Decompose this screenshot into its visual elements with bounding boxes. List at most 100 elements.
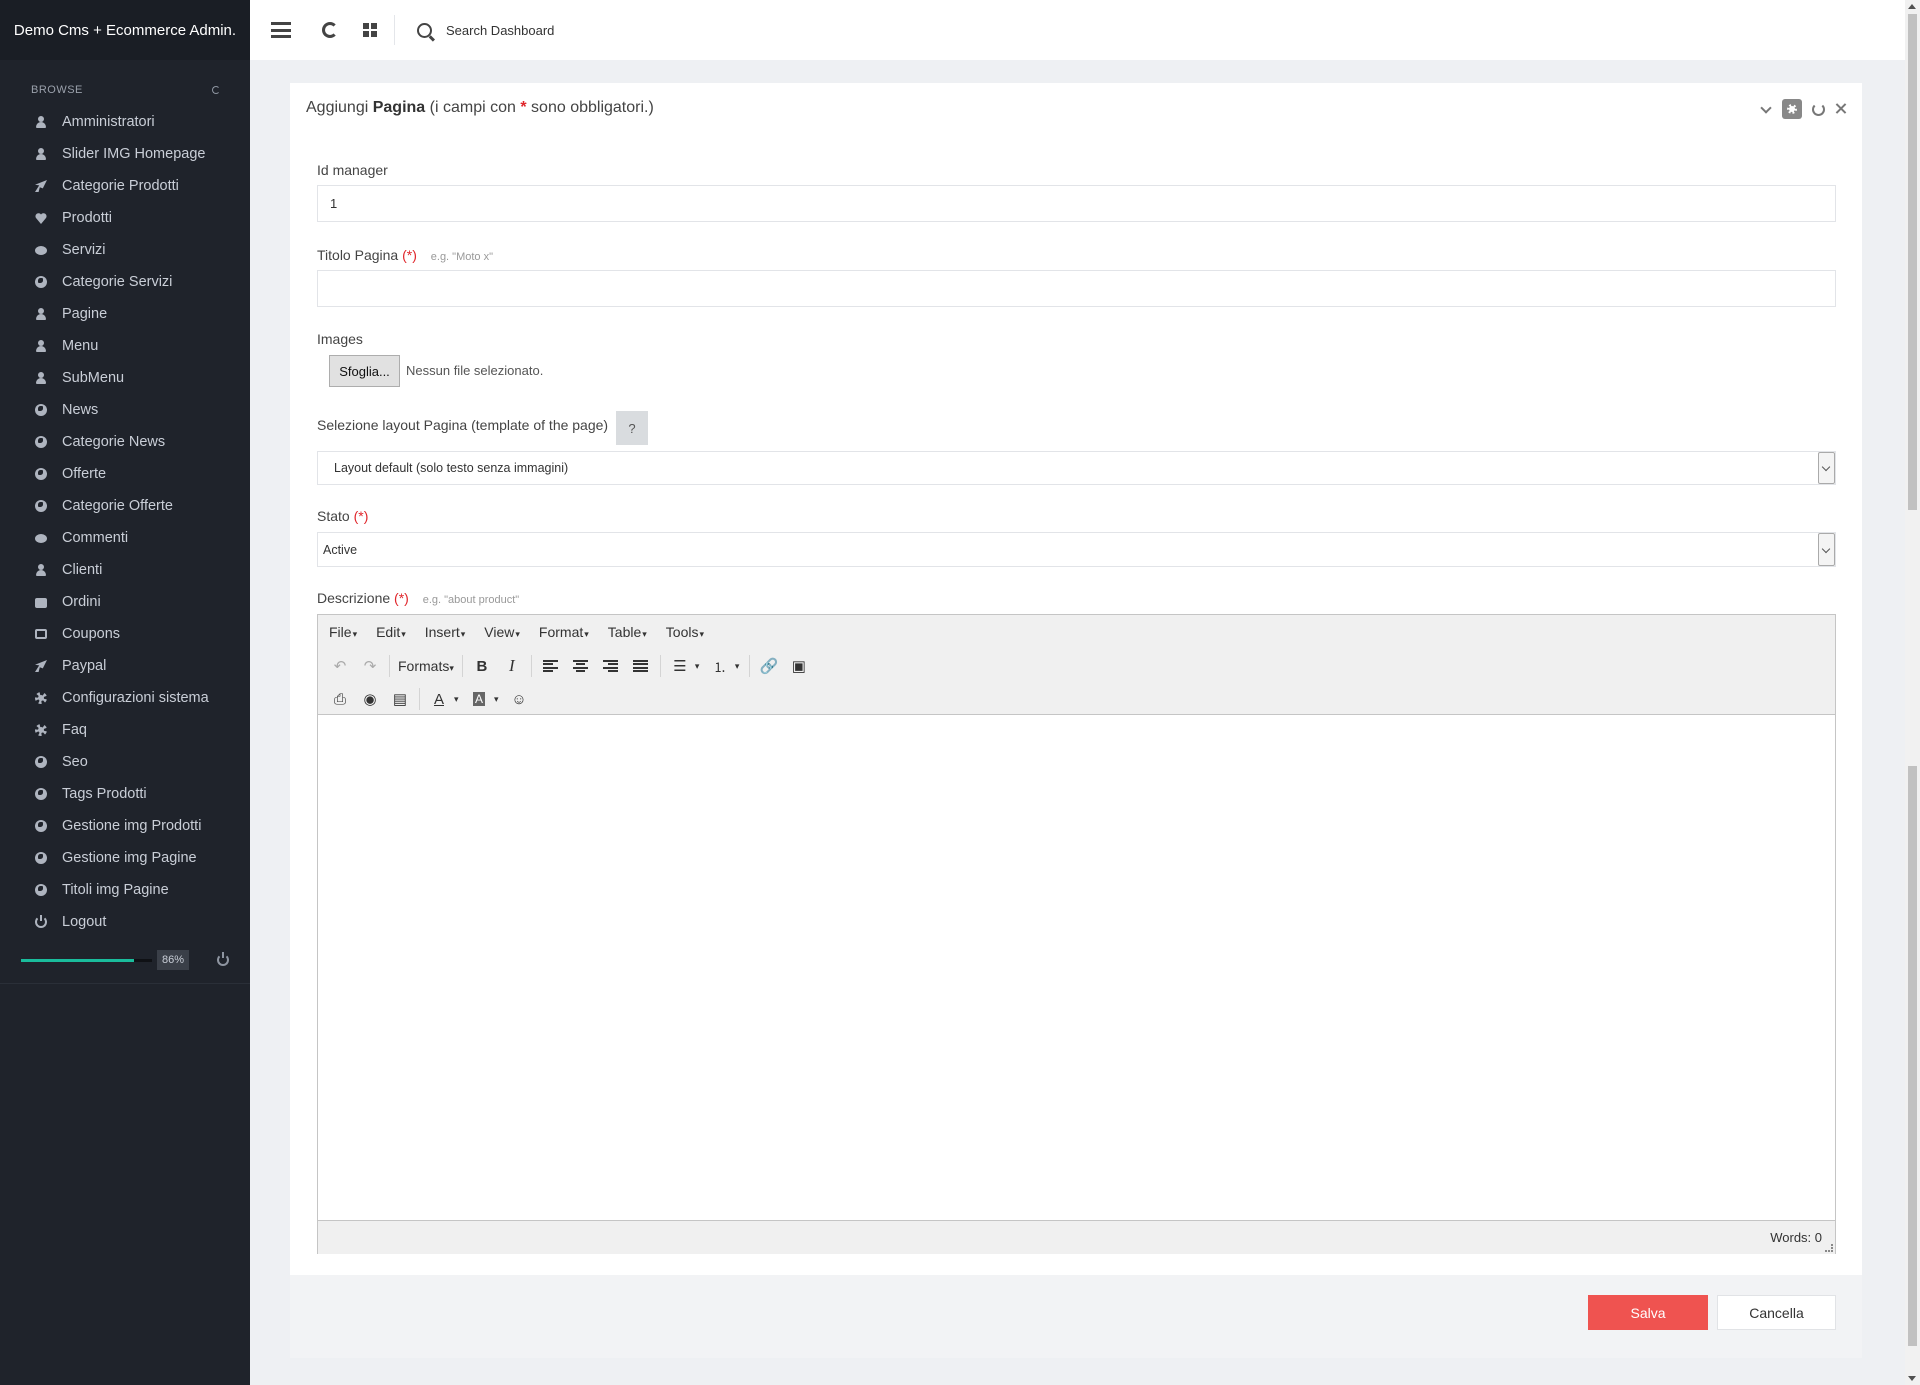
sidebar-item-pagine[interactable]: Pagine <box>0 298 250 330</box>
reload-icon[interactable] <box>1811 102 1825 116</box>
sidebar-item-coupons[interactable]: Coupons <box>0 618 250 650</box>
sidebar-item-ordini[interactable]: Ordini <box>0 586 250 618</box>
italic-icon[interactable]: I <box>497 653 527 679</box>
editor-statusbar: Words: 0 <box>318 1220 1835 1254</box>
align-justify-icon[interactable] <box>626 653 656 679</box>
title-suffix: sono obbligatori.) <box>531 99 654 116</box>
resize-handle-icon[interactable] <box>1825 1244 1833 1252</box>
chevron-down-icon[interactable] <box>1818 533 1835 566</box>
search-input[interactable] <box>446 22 746 38</box>
titolo-input[interactable] <box>317 270 1836 307</box>
sidebar-item-commenti[interactable]: Commenti <box>0 522 250 554</box>
globe-icon <box>35 884 47 896</box>
numbered-list-icon[interactable]: ⒈ <box>705 653 735 679</box>
apps-grid-icon[interactable] <box>363 23 377 37</box>
sidebar-item-label: Categorie Servizi <box>62 274 173 290</box>
sidebar-item-categorie-prodotti[interactable]: Categorie Prodotti <box>0 170 250 202</box>
sidebar-item-seo[interactable]: Seo <box>0 746 250 778</box>
chevron-down-icon[interactable]: ▾ <box>454 694 464 705</box>
power-icon <box>35 915 47 928</box>
bold-icon[interactable]: B <box>467 653 497 679</box>
editor-menu-insert[interactable]: Insert <box>425 624 466 640</box>
undo-icon[interactable]: ↶ <box>325 653 355 679</box>
browse-label: BROWSE <box>31 84 83 96</box>
sidebar-item-gestione-img-pagine[interactable]: Gestione img Pagine <box>0 842 250 874</box>
sidebar-item-submenu[interactable]: SubMenu <box>0 362 250 394</box>
stato-select[interactable]: Active <box>317 532 1836 567</box>
print-icon[interactable]: ⎙ <box>325 686 355 712</box>
sidebar-item-categorie-offerte[interactable]: Categorie Offerte <box>0 490 250 522</box>
sidebar-item-logout[interactable]: Logout <box>0 906 250 938</box>
help-button[interactable]: ? <box>616 411 648 445</box>
brand-title[interactable]: Demo Cms + Ecommerce Admin. <box>0 0 250 60</box>
power-icon[interactable] <box>217 952 229 966</box>
settings-gear-icon[interactable] <box>1782 99 1802 119</box>
formats-dropdown[interactable]: Formats▾ <box>394 658 458 674</box>
chevron-down-icon[interactable]: ▾ <box>735 661 745 672</box>
refresh-icon[interactable] <box>322 22 338 38</box>
sidebar-item-prodotti[interactable]: Prodotti <box>0 202 250 234</box>
bullet-list-icon[interactable]: ☰ <box>665 653 695 679</box>
sidebar-item-label: Categorie Offerte <box>62 498 173 514</box>
sidebar-item-paypal[interactable]: Paypal <box>0 650 250 682</box>
sidebar-item-gestione-img-prodotti[interactable]: Gestione img Prodotti <box>0 810 250 842</box>
editor-menu-file[interactable]: File <box>329 624 357 640</box>
scroll-up-arrow-icon[interactable] <box>1908 4 1916 9</box>
redo-icon[interactable]: ↷ <box>355 653 385 679</box>
editor-menu-view[interactable]: View <box>484 624 520 640</box>
sidebar-item-label: Titoli img Pagine <box>62 882 169 898</box>
chevron-down-icon[interactable] <box>1818 452 1835 484</box>
scroll-down-arrow-icon[interactable] <box>1908 1376 1916 1381</box>
background-color-icon[interactable]: A <box>464 686 494 712</box>
page-scrollbar[interactable] <box>1905 0 1920 1385</box>
browse-file-button[interactable]: Sfoglia... <box>329 355 400 387</box>
globe-icon <box>35 788 47 800</box>
sidebar-item-slider-img-homepage[interactable]: Slider IMG Homepage <box>0 138 250 170</box>
globe-icon <box>35 436 47 448</box>
align-right-icon[interactable] <box>596 653 626 679</box>
sidebar-item-titoli-img-pagine[interactable]: Titoli img Pagine <box>0 874 250 906</box>
scrollbar-thumb-lower[interactable] <box>1908 766 1917 1346</box>
image-icon[interactable]: ▣ <box>784 653 814 679</box>
sidebar-item-servizi[interactable]: Servizi <box>0 234 250 266</box>
preview-eye-icon[interactable]: ◉ <box>355 686 385 712</box>
align-left-icon[interactable] <box>536 653 566 679</box>
media-icon[interactable]: ▤ <box>385 686 415 712</box>
sidebar-item-categorie-servizi[interactable]: Categorie Servizi <box>0 266 250 298</box>
editor-toolbar: ↶ ↷ Formats▾ B I ☰ ▾ ⒈ ▾ 🔗 ▣ ⎙ ◉ ▤ A ▾ A… <box>318 649 1835 715</box>
hamburger-menu-icon[interactable] <box>271 22 291 38</box>
sidebar-item-menu[interactable]: Menu <box>0 330 250 362</box>
layout-select[interactable]: Layout default (solo testo senza immagin… <box>317 451 1836 485</box>
editor-menu-edit[interactable]: Edit <box>376 624 406 640</box>
gear-icon <box>35 724 47 736</box>
scrollbar-thumb[interactable] <box>1908 14 1917 510</box>
sidebar-item-clienti[interactable]: Clienti <box>0 554 250 586</box>
sidebar-item-label: Ordini <box>62 594 101 610</box>
link-icon[interactable]: 🔗 <box>754 653 784 679</box>
close-icon[interactable] <box>1834 102 1848 116</box>
collapse-chevron-icon[interactable] <box>1759 102 1773 116</box>
editor-content-area[interactable] <box>318 715 1835 1220</box>
sidebar-item-tags-prodotti[interactable]: Tags Prodotti <box>0 778 250 810</box>
refresh-icon[interactable] <box>212 86 220 94</box>
chevron-down-icon[interactable]: ▾ <box>695 661 705 672</box>
layout-label: Selezione layout Pagina (template of the… <box>317 417 609 433</box>
chevron-down-icon[interactable]: ▾ <box>494 694 504 705</box>
editor-menu-tools[interactable]: Tools <box>666 624 704 640</box>
text-color-icon[interactable]: A <box>424 686 454 712</box>
sidebar-item-amministratori[interactable]: Amministratori <box>0 106 250 138</box>
sidebar-item-faq[interactable]: Faq <box>0 714 250 746</box>
align-center-icon[interactable] <box>566 653 596 679</box>
id-manager-input[interactable] <box>317 185 1836 222</box>
sidebar-item-news[interactable]: News <box>0 394 250 426</box>
sidebar-item-configurazioni-sistema[interactable]: Configurazioni sistema <box>0 682 250 714</box>
search-icon[interactable] <box>417 22 432 38</box>
sidebar-item-categorie-news[interactable]: Categorie News <box>0 426 250 458</box>
globe-icon <box>35 404 47 416</box>
editor-menu-format[interactable]: Format <box>539 624 589 640</box>
cancel-button[interactable]: Cancella <box>1717 1295 1836 1330</box>
sidebar-item-offerte[interactable]: Offerte <box>0 458 250 490</box>
emoticon-icon[interactable]: ☺ <box>504 686 534 712</box>
save-button[interactable]: Salva <box>1588 1295 1708 1330</box>
editor-menu-table[interactable]: Table <box>608 624 647 640</box>
